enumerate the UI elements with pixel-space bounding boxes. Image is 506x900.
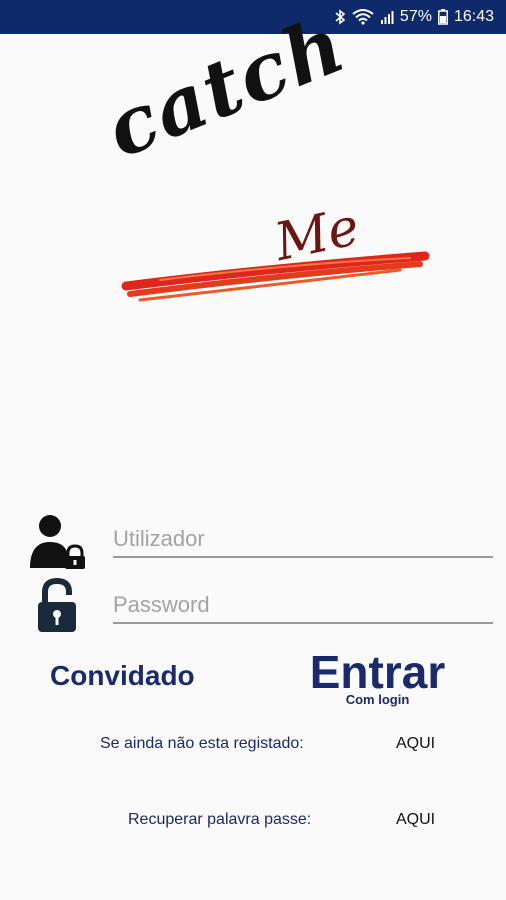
enter-button-label: Entrar [309, 645, 446, 698]
user-lock-icon [28, 512, 86, 575]
password-input[interactable] [113, 588, 493, 624]
signal-icon [380, 9, 394, 25]
enter-button[interactable]: Entrar Com login [300, 640, 455, 712]
recover-prompt: Recuperar palavra passe: [128, 811, 312, 828]
guest-button[interactable]: Convidado [50, 656, 220, 696]
wifi-icon [352, 9, 374, 25]
app-logo: catch Me [94, 0, 440, 315]
padlock-icon [36, 577, 78, 639]
register-prompt: Se ainda não esta registado: [100, 735, 304, 752]
status-icons: 57% 16:43 [334, 0, 494, 34]
username-input[interactable] [113, 522, 493, 558]
bluetooth-icon [334, 9, 346, 25]
battery-icon [438, 9, 448, 25]
recover-link[interactable]: AQUI [396, 811, 435, 829]
battery-percent: 57% [399, 8, 432, 25]
register-link[interactable]: AQUI [396, 735, 435, 753]
logo-brush-stroke [121, 251, 430, 302]
clock: 16:43 [453, 8, 494, 25]
